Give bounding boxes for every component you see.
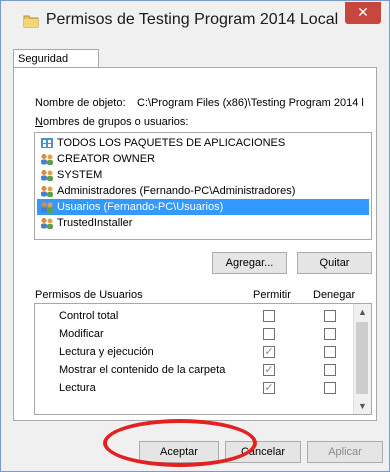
permission-name: Lectura y ejecución	[59, 346, 154, 358]
deny-checkbox[interactable]	[324, 364, 336, 376]
allow-checkbox[interactable]: ✓	[263, 346, 275, 358]
permissions-dialog: Permisos de Testing Program 2014 Local ✕…	[0, 0, 390, 472]
allow-column-header: Permitir	[253, 289, 291, 301]
permissions-list: ▲ ▼ Control total Modificar Lectura y ejec…	[34, 303, 372, 415]
users-group-icon	[41, 218, 53, 229]
group-item-label: CREATOR OWNER	[57, 153, 155, 165]
group-item[interactable]: TODOS LOS PAQUETES DE APLICACIONES	[37, 135, 369, 151]
groups-label-mnemonic: N	[35, 116, 43, 128]
object-name-row: Nombre de objeto: C:\Program Files (x86)\…	[35, 97, 375, 109]
groups-label: Nombres de grupos o usuarios:	[35, 116, 188, 128]
permission-name: Control total	[59, 310, 119, 322]
deny-checkbox[interactable]	[324, 382, 336, 394]
permission-row: Modificar	[35, 325, 371, 343]
users-group-icon	[41, 202, 53, 213]
group-item[interactable]: CREATOR OWNER	[37, 151, 369, 167]
highlight-oval	[103, 419, 257, 467]
permission-name: Lectura	[59, 382, 96, 394]
permission-name: Modificar	[59, 328, 104, 340]
users-group-icon	[41, 154, 53, 165]
allow-checkbox[interactable]	[263, 310, 275, 322]
group-item[interactable]: Usuarios (Fernando-PC\Usuarios)	[37, 199, 369, 215]
permission-row: Control total	[35, 307, 371, 325]
users-group-icon	[41, 186, 53, 197]
deny-checkbox[interactable]	[324, 346, 336, 358]
groups-label-rest: ombres de grupos o usuarios:	[42, 116, 189, 128]
group-item-label: TrustedInstaller	[57, 217, 133, 229]
group-item[interactable]: Administradores (Fernando-PC\Administrad…	[37, 183, 369, 199]
deny-checkbox[interactable]	[324, 328, 336, 340]
permission-row: Lectura ✓	[35, 379, 371, 397]
group-item-label: Usuarios (Fernando-PC\Usuarios)	[57, 201, 224, 213]
window-title: Permisos de Testing Program 2014 Local	[45, 11, 339, 28]
add-button[interactable]: Agregar...	[212, 252, 287, 274]
group-item-label: SYSTEM	[57, 169, 103, 181]
allow-checkbox[interactable]	[263, 328, 275, 340]
users-group-icon	[41, 170, 53, 181]
title-bar[interactable]: Permisos de Testing Program 2014 Local ✕	[1, 1, 389, 41]
deny-column-header: Denegar	[313, 289, 356, 301]
scroll-down-icon[interactable]: ▼	[354, 398, 371, 414]
group-item-label: Administradores (Fernando-PC\Administrad…	[57, 185, 296, 197]
object-name-label: Nombre de objeto:	[35, 97, 126, 109]
permission-row: Mostrar el contenido de la carpeta ✓	[35, 361, 371, 379]
group-item[interactable]: TrustedInstaller	[37, 215, 369, 231]
permission-name: Mostrar el contenido de la carpeta	[59, 364, 226, 376]
deny-checkbox[interactable]	[324, 310, 336, 322]
group-item-label: TODOS LOS PAQUETES DE APLICACIONES	[57, 137, 286, 149]
close-button[interactable]: ✕	[345, 2, 381, 24]
remove-button[interactable]: Quitar	[297, 252, 372, 274]
permissions-label: Permisos de Usuarios	[35, 289, 143, 301]
groups-list[interactable]: TODOS LOS PAQUETES DE APLICACIONES CREATO…	[34, 132, 372, 240]
permission-row: Lectura y ejecución ✓	[35, 343, 371, 361]
apply-button[interactable]: Aplicar	[307, 441, 383, 463]
app-packages-icon	[41, 138, 53, 148]
allow-checkbox[interactable]: ✓	[263, 364, 275, 376]
tab-security[interactable]: Seguridad	[13, 49, 99, 68]
allow-checkbox[interactable]: ✓	[263, 382, 275, 394]
group-item[interactable]: SYSTEM	[37, 167, 369, 183]
object-name-value: C:\Program Files (x86)\Testing Program 2…	[137, 97, 364, 109]
